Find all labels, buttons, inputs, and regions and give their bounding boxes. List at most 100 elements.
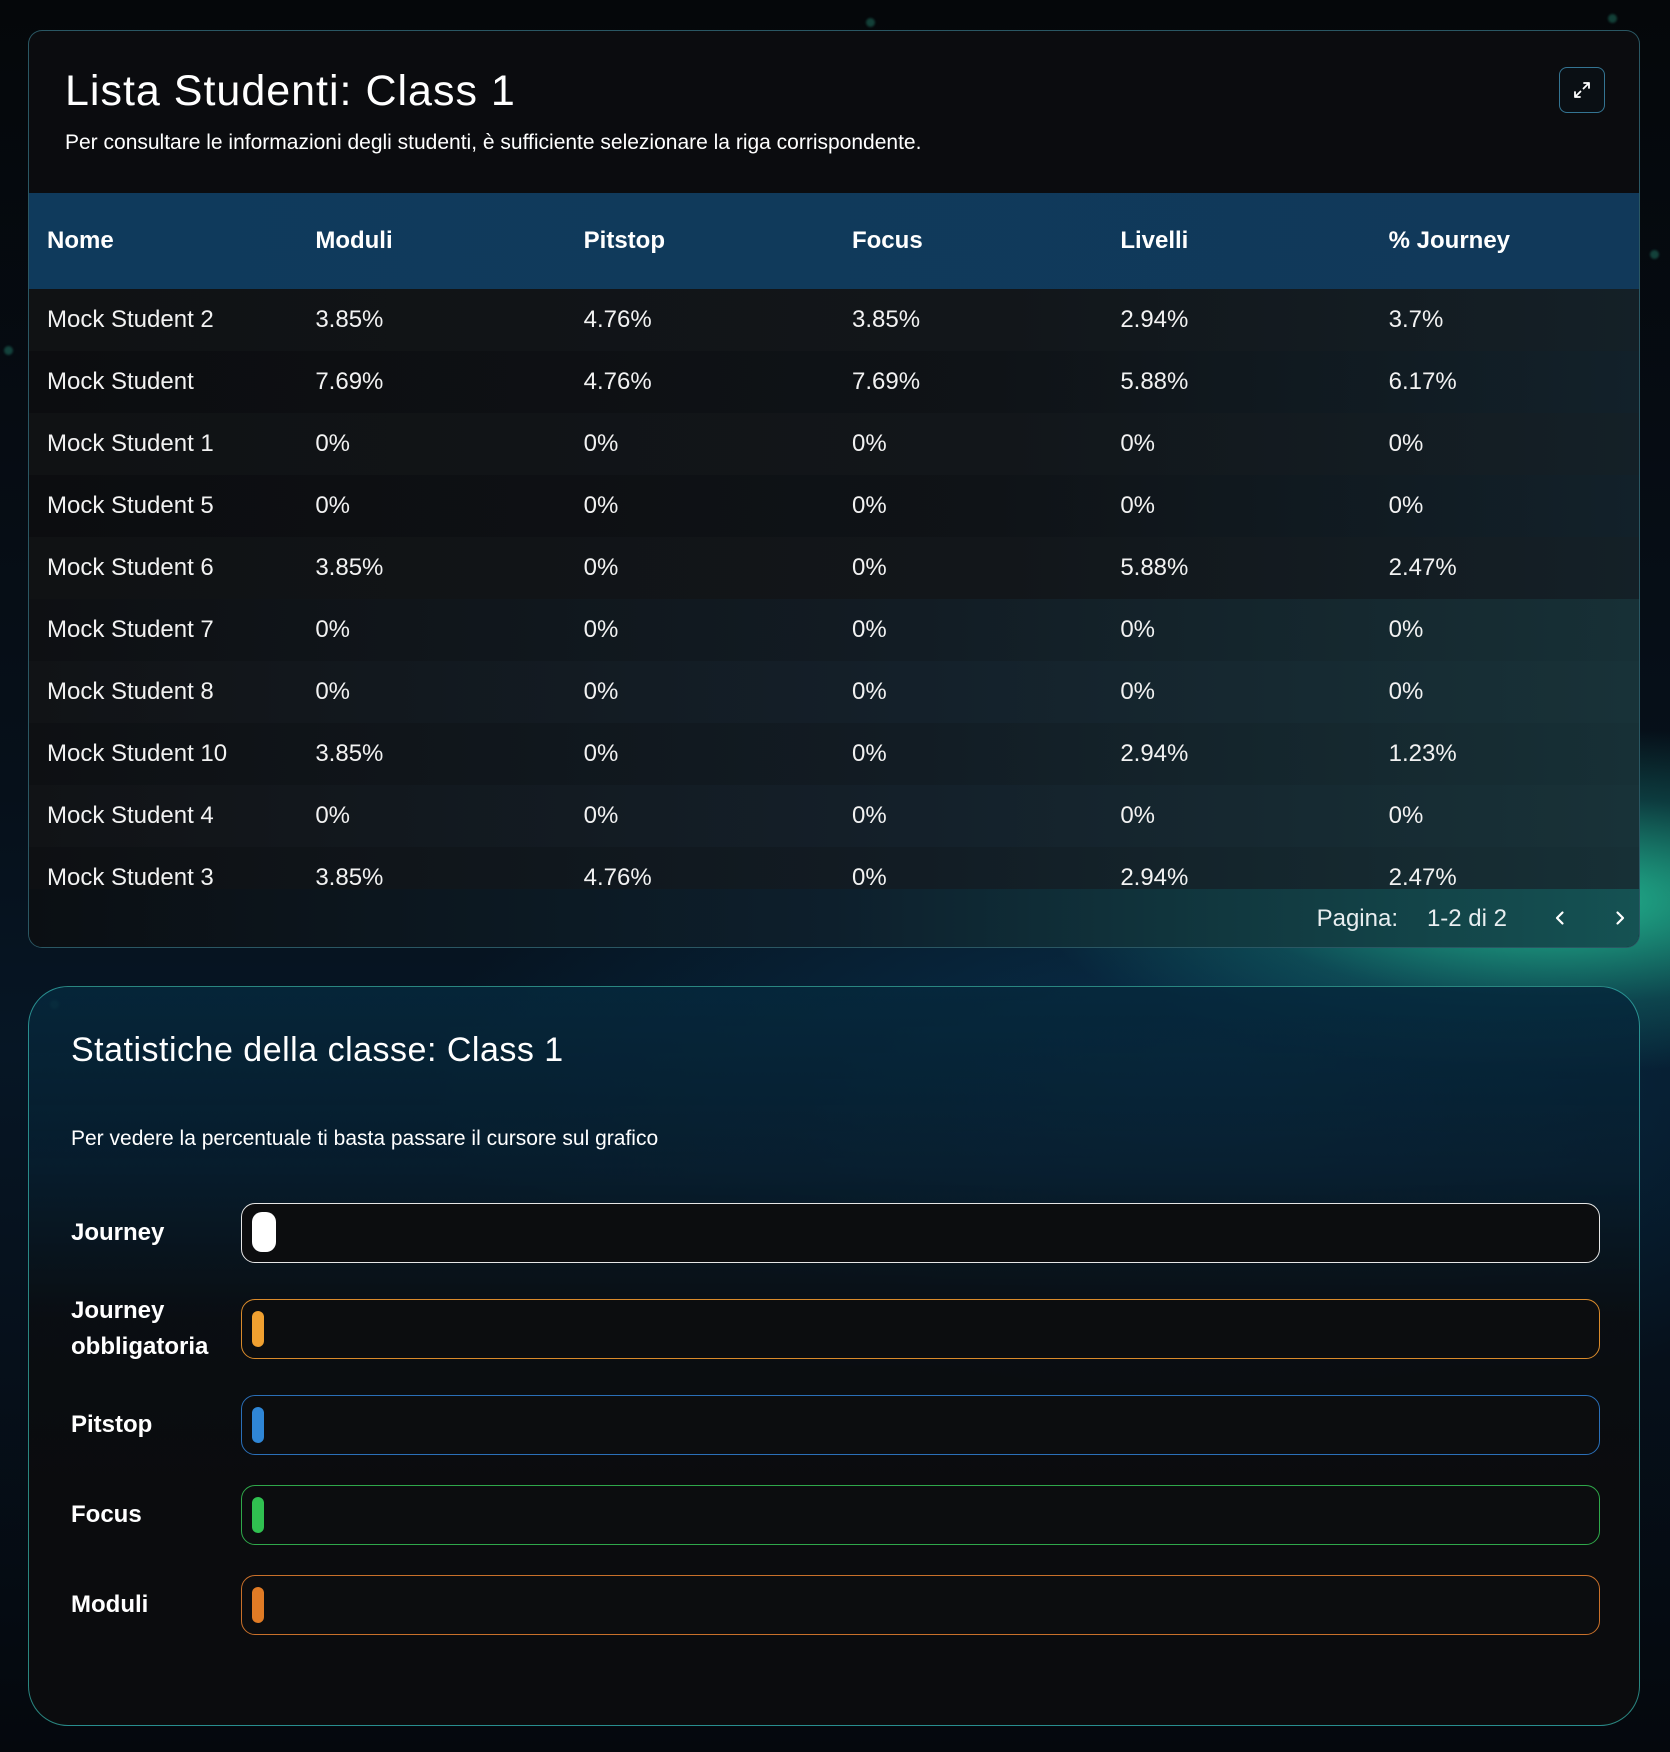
cell-livelli: 2.94% [1120, 740, 1189, 767]
cell-pitstop: 0% [583, 430, 619, 457]
cell-nome: Mock Student 2 [47, 306, 214, 333]
previous-page-button[interactable] [1543, 901, 1577, 935]
class-stats-title: Statistiche della classe: Class 1 [71, 1031, 564, 1069]
cell-focus: 0% [851, 678, 887, 705]
table-row[interactable]: Mock Student 2 3.85% 4.76% 3.85% 2.94% 3… [29, 289, 1639, 351]
class-stats-subtitle: Per vedere la percentuale ti basta passa… [71, 1127, 659, 1150]
table-row[interactable]: Mock Student 7 0% 0% 0% 0% 0% [29, 599, 1639, 661]
cell-focus: 0% [851, 554, 887, 581]
cell-nome: Mock Student 10 [47, 740, 228, 767]
table-row[interactable]: Mock Student 1 0% 0% 0% 0% 0% [29, 413, 1639, 475]
chevron-right-icon [1616, 911, 1625, 925]
cell-moduli: 0% [315, 430, 351, 457]
table-row[interactable]: Mock Student 10 3.85% 0% 0% 2.94% 1.23% [29, 723, 1639, 785]
pagination-label: Pagina: [1316, 905, 1398, 932]
progress-bar-fill [252, 1311, 264, 1347]
cell-journey: 0% [1388, 430, 1424, 457]
table-row[interactable]: Mock Student 4 0% 0% 0% 0% 0% [29, 785, 1639, 847]
column-header-nome[interactable]: Nome [29, 193, 297, 289]
cell-journey: 2.47% [1388, 554, 1457, 581]
cell-nome: Mock Student 6 [47, 554, 214, 581]
cell-journey: 0% [1388, 616, 1424, 643]
progress-bar-fill [252, 1497, 264, 1533]
next-page-button[interactable] [1603, 901, 1637, 935]
cell-journey: 1.23% [1388, 740, 1457, 767]
background-dot [1608, 14, 1617, 23]
progress-bar-moduli[interactable] [241, 1575, 1600, 1635]
table-row[interactable]: Mock Student 7.69% 4.76% 7.69% 5.88% 6.1… [29, 351, 1639, 413]
cell-focus: 7.69% [851, 368, 921, 395]
cell-pitstop: 4.76% [583, 306, 652, 333]
cell-livelli: 2.94% [1120, 306, 1189, 333]
cell-moduli: 3.85% [315, 554, 384, 581]
cell-livelli: 0% [1120, 802, 1155, 829]
bar-label: Focus [71, 1501, 142, 1528]
table-row[interactable]: Mock Student 6 3.85% 0% 0% 5.88% 2.47% [29, 537, 1639, 599]
student-list-title: Lista Studenti: Class 1 [65, 67, 516, 115]
cell-moduli: 7.69% [315, 368, 384, 395]
progress-bar-focus[interactable] [241, 1485, 1600, 1545]
cell-pitstop: 0% [583, 616, 619, 643]
cell-moduli: 0% [315, 678, 351, 705]
cell-nome: Mock Student 5 [47, 492, 214, 519]
progress-bar-fill [252, 1587, 264, 1623]
column-header-focus[interactable]: Focus [834, 193, 1102, 289]
column-header-journey[interactable]: % Journey [1371, 193, 1639, 289]
bar-label: Moduli [71, 1591, 149, 1618]
progress-bar-fill [252, 1407, 264, 1443]
cell-nome: Mock Student 4 [47, 802, 214, 829]
expand-icon [1574, 82, 1590, 98]
progress-bar-journey-obbligatoria[interactable] [241, 1299, 1600, 1359]
bar-label: Journey obbligatoria [71, 1297, 209, 1360]
bar-label: Journey [71, 1219, 165, 1246]
cell-moduli: 3.85% [315, 740, 384, 767]
cell-pitstop: 0% [583, 678, 619, 705]
column-header-livelli[interactable]: Livelli [1102, 193, 1370, 289]
cell-pitstop: 4.76% [583, 368, 652, 395]
cell-focus: 3.85% [851, 306, 921, 333]
background-dot [1650, 250, 1659, 259]
cell-livelli: 5.88% [1120, 554, 1189, 581]
cell-journey: 3.7% [1388, 306, 1444, 333]
progress-bar-pitstop[interactable] [241, 1395, 1600, 1455]
expand-button[interactable] [1559, 67, 1605, 113]
cell-focus: 0% [851, 740, 887, 767]
cell-focus: 0% [851, 492, 887, 519]
student-list-card: Lista Studenti: Class 1 Per consultare l… [28, 30, 1640, 948]
background-dot [4, 346, 13, 355]
column-header-pitstop[interactable]: Pitstop [566, 193, 834, 289]
table-header-row: Nome Moduli Pitstop Focus Livelli % Jour… [29, 193, 1639, 289]
table-row[interactable]: Mock Student 8 0% 0% 0% 0% 0% [29, 661, 1639, 723]
cell-nome: Mock Student 1 [47, 430, 214, 457]
cell-journey: 0% [1388, 678, 1424, 705]
cell-moduli: 3.85% [315, 306, 384, 333]
cell-livelli: 0% [1120, 616, 1155, 643]
progress-bar-fill [252, 1212, 276, 1252]
cell-pitstop: 0% [583, 740, 619, 767]
cell-moduli: 0% [315, 492, 351, 519]
cell-focus: 0% [851, 616, 887, 643]
cell-focus: 0% [851, 430, 887, 457]
background-dot [866, 18, 875, 27]
chevron-left-icon [1555, 911, 1564, 925]
students-table: Nome Moduli Pitstop Focus Livelli % Jour… [29, 193, 1639, 909]
progress-bar-journey[interactable] [241, 1203, 1600, 1263]
cell-moduli: 0% [315, 616, 351, 643]
cell-livelli: 0% [1120, 678, 1155, 705]
bar-label: Pitstop [71, 1411, 153, 1438]
cell-pitstop: 0% [583, 554, 619, 581]
cell-journey: 0% [1388, 492, 1424, 519]
cell-pitstop: 0% [583, 802, 619, 829]
cell-livelli: 0% [1120, 492, 1155, 519]
table-row[interactable]: Mock Student 5 0% 0% 0% 0% 0% [29, 475, 1639, 537]
cell-nome: Mock Student 8 [47, 678, 214, 705]
cell-livelli: 5.88% [1120, 368, 1189, 395]
column-header-moduli[interactable]: Moduli [297, 193, 565, 289]
cell-moduli: 0% [315, 802, 351, 829]
cell-pitstop: 0% [583, 492, 619, 519]
cell-focus: 0% [851, 802, 887, 829]
pagination-range: 1-2 di 2 [1426, 905, 1507, 932]
cell-journey: 6.17% [1388, 368, 1457, 395]
pagination-bar: Pagina: 1-2 di 2 [29, 889, 1639, 947]
cell-nome: Mock Student [47, 368, 194, 395]
